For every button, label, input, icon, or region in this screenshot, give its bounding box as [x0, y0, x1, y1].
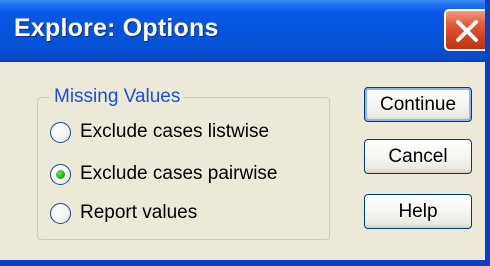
- radio-label: Report values: [80, 202, 198, 223]
- close-icon: [456, 20, 478, 42]
- help-button[interactable]: Help: [364, 194, 472, 229]
- radio-exclude-listwise[interactable]: Exclude cases listwise: [50, 119, 269, 145]
- close-button[interactable]: [444, 9, 485, 51]
- title-bar-shadow: [0, 60, 485, 62]
- missing-values-legend: Missing Values: [50, 86, 185, 108]
- radio-label: Exclude cases pairwise: [80, 163, 278, 184]
- radio-button-selected-icon[interactable]: [50, 163, 71, 185]
- radio-button-icon[interactable]: [50, 121, 71, 143]
- radio-label: Exclude cases listwise: [80, 121, 270, 142]
- radio-exclude-pairwise[interactable]: Exclude cases pairwise: [50, 161, 277, 187]
- cancel-button[interactable]: Cancel: [364, 139, 472, 174]
- continue-button[interactable]: Continue: [364, 87, 472, 122]
- radio-selected-dot: [56, 169, 65, 179]
- radio-button-icon[interactable]: [50, 202, 71, 224]
- radio-report-values[interactable]: Report values: [50, 200, 197, 226]
- dialog-title: Explore: Options: [14, 14, 219, 42]
- explore-options-dialog: Explore: Options Missing Values Exclude …: [0, 0, 490, 266]
- title-bar[interactable]: Explore: Options: [0, 0, 485, 60]
